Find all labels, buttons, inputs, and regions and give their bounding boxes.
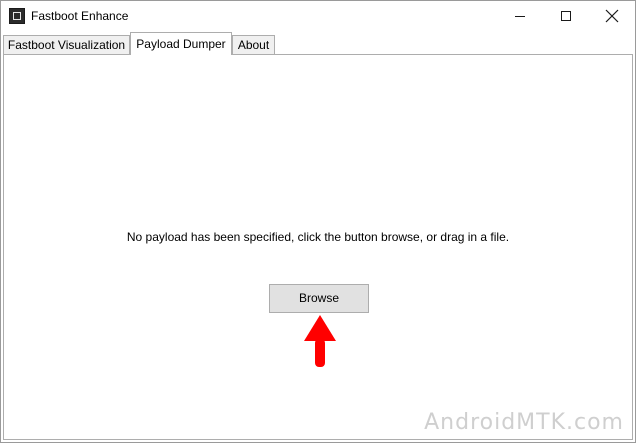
minimize-icon [515, 16, 525, 17]
payload-dumper-panel[interactable]: No payload has been specified, click the… [3, 54, 633, 440]
close-icon [605, 9, 619, 23]
tab-about[interactable]: About [232, 35, 275, 54]
red-arrow-annotation [304, 315, 336, 367]
tab-fastboot-visualization[interactable]: Fastboot Visualization [3, 35, 130, 54]
browse-button[interactable]: Browse [269, 284, 369, 313]
app-window: Fastboot Enhance Fastboot Visualization … [0, 0, 636, 443]
tab-strip: Fastboot Visualization Payload Dumper Ab… [3, 32, 633, 55]
window-title: Fastboot Enhance [31, 9, 129, 23]
arrow-shaft [315, 339, 325, 367]
close-button[interactable] [589, 1, 635, 32]
watermark: AndroidMTK.com [424, 410, 624, 435]
app-icon [9, 8, 25, 24]
tab-payload-dumper[interactable]: Payload Dumper [130, 32, 232, 55]
title-bar[interactable]: Fastboot Enhance [1, 1, 635, 32]
maximize-button[interactable] [543, 1, 589, 32]
no-payload-message: No payload has been specified, click the… [126, 230, 510, 244]
arrow-head [304, 315, 336, 341]
minimize-button[interactable] [497, 1, 543, 32]
maximize-icon [561, 11, 571, 21]
